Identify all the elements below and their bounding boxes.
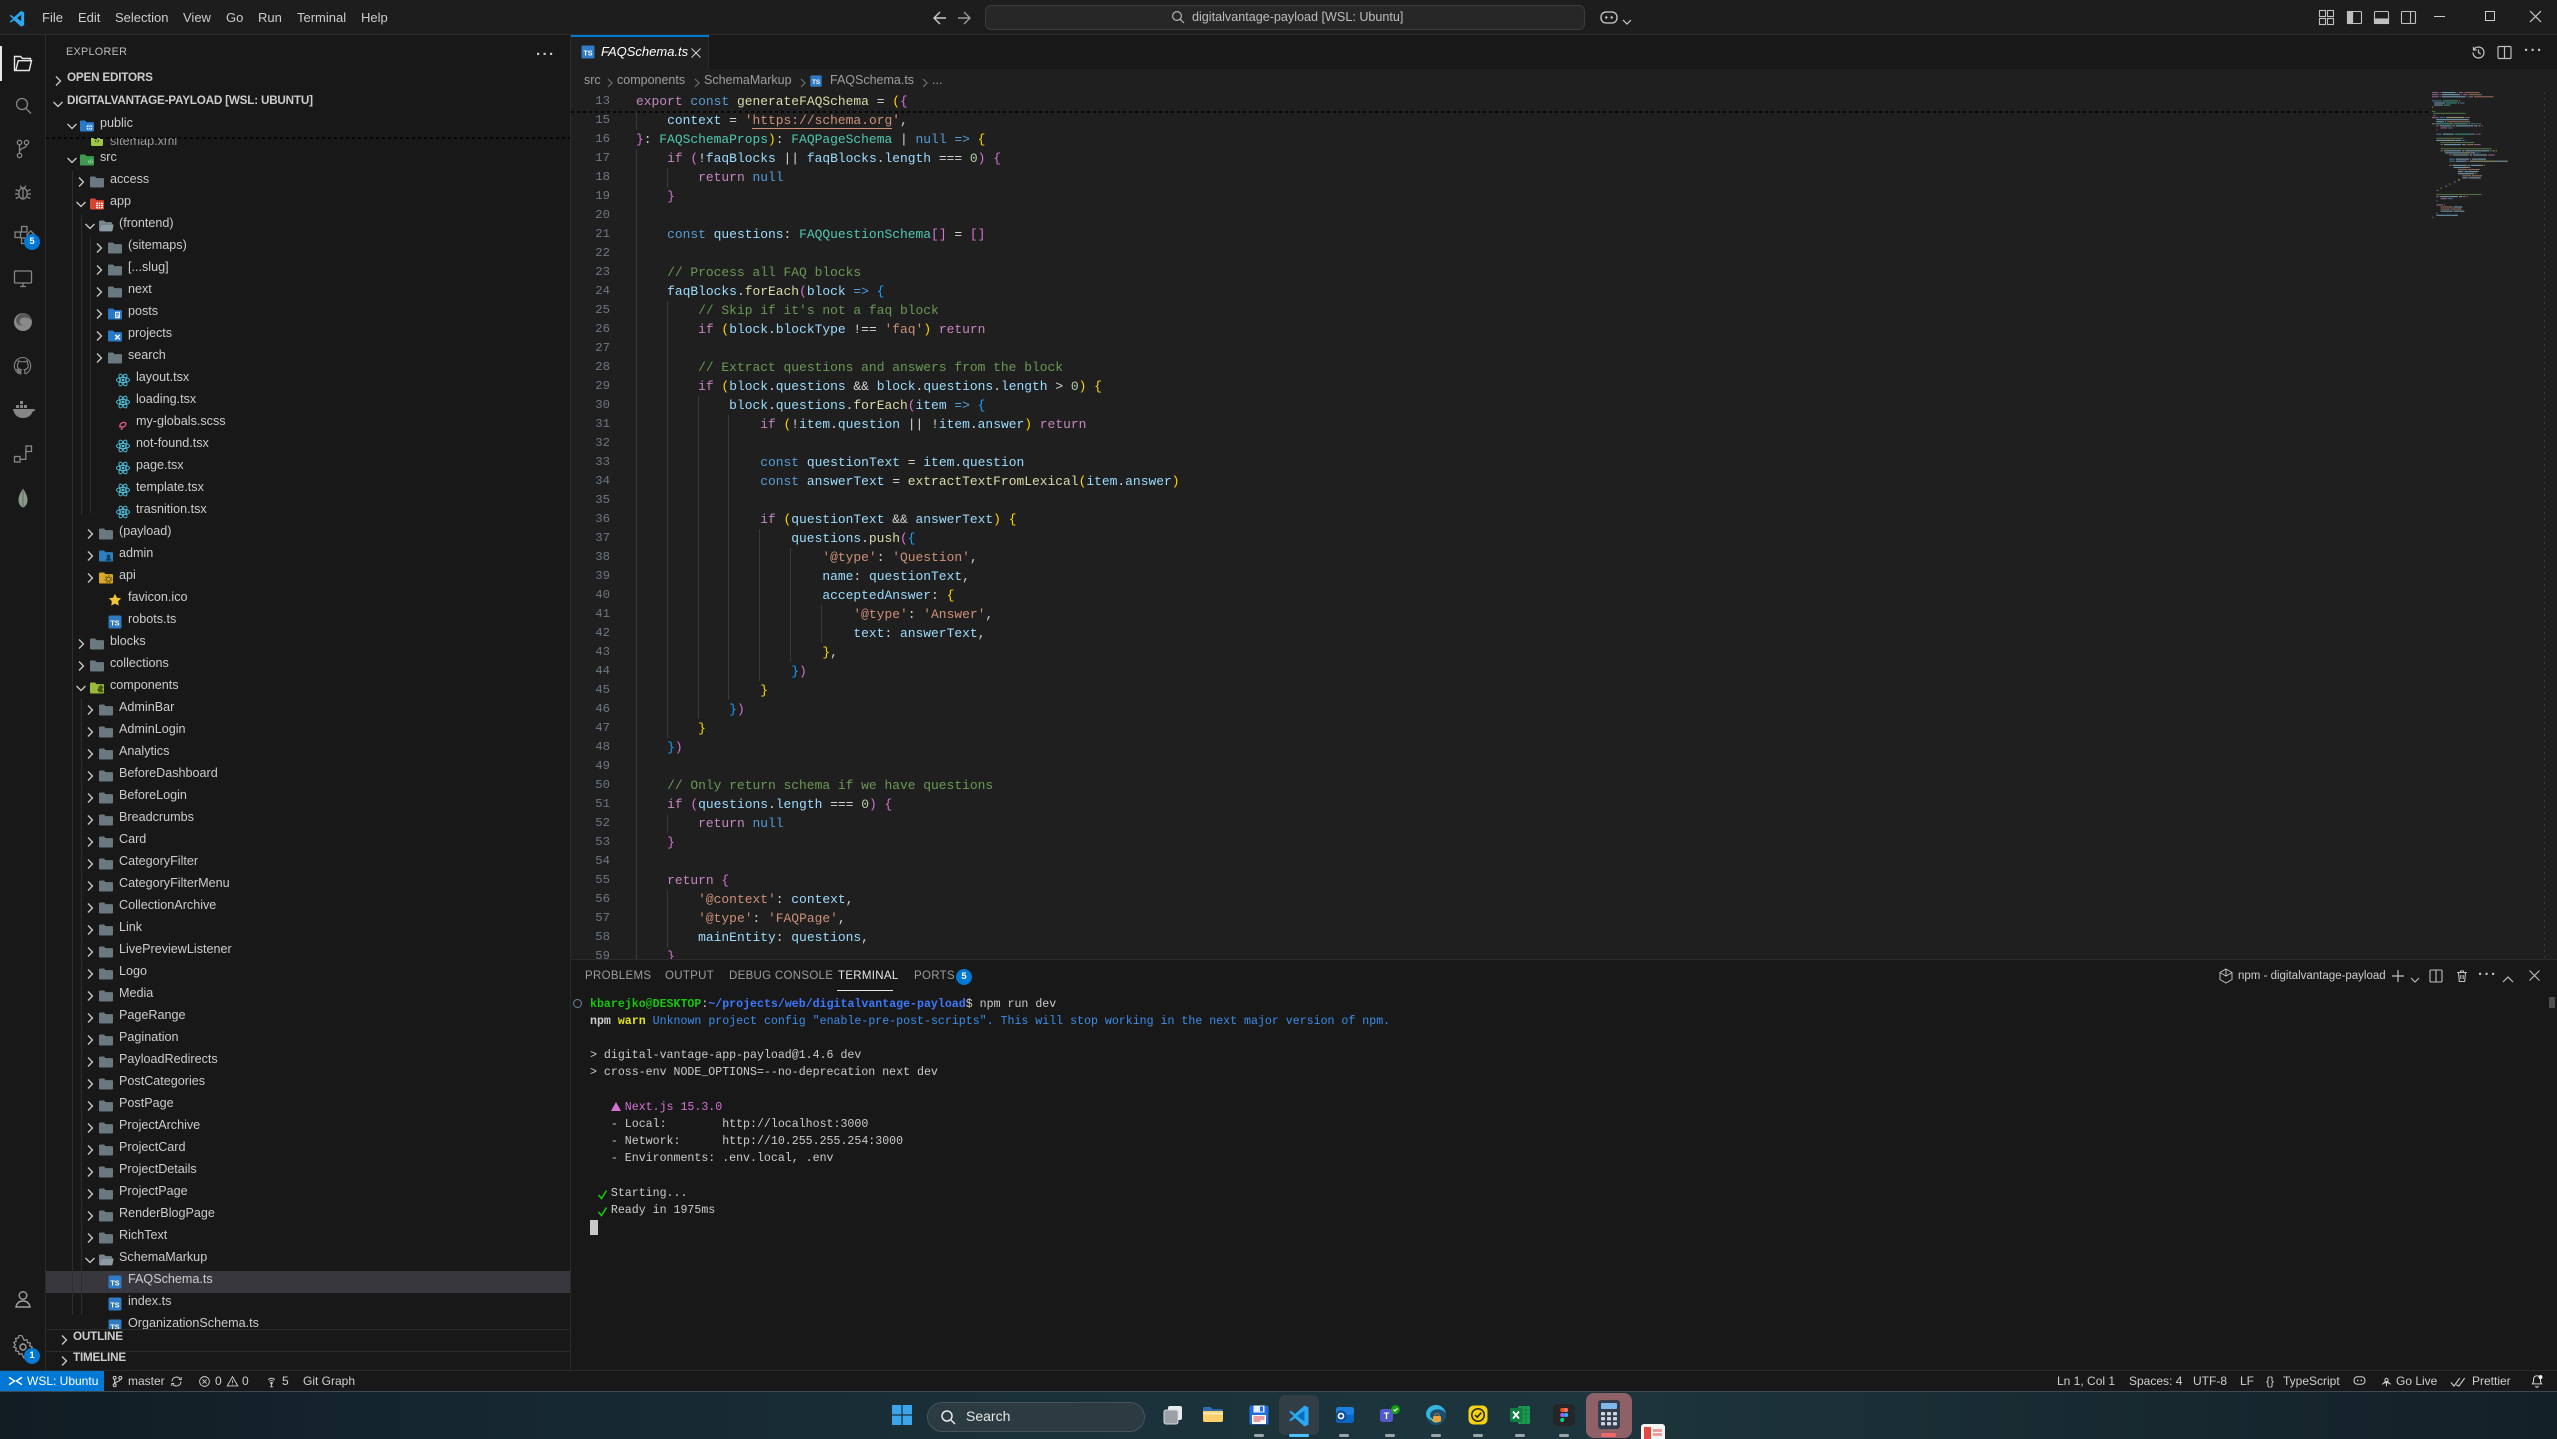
svg-text:TS: TS — [110, 1279, 119, 1288]
svg-text:‹/›: ‹/› — [88, 159, 94, 165]
svg-text:TS: TS — [583, 49, 592, 58]
svg-text:TS: TS — [812, 79, 820, 86]
svg-text:TS: TS — [110, 1301, 119, 1310]
svg-text:TS: TS — [110, 619, 119, 628]
svg-text:T: T — [1384, 1411, 1390, 1421]
